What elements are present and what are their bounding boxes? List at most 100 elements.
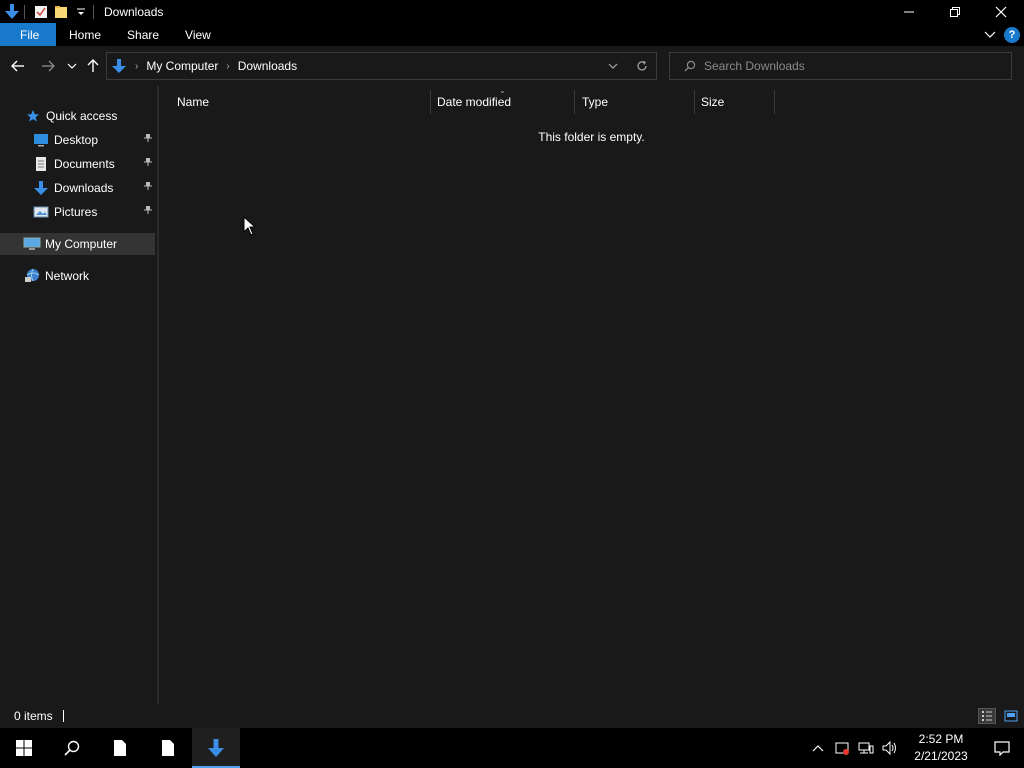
sidebar-item-documents[interactable]: Documents [32, 153, 155, 175]
sidebar-item-label: Desktop [54, 133, 99, 147]
breadcrumb-downloads[interactable]: Downloads [238, 59, 297, 73]
search-box[interactable] [669, 52, 1012, 80]
sidebar-item-desktop[interactable]: Desktop [32, 129, 155, 151]
toolbar-separator [24, 4, 25, 19]
search-icon [684, 60, 696, 72]
tab-view[interactable]: View [172, 23, 224, 46]
downloads-icon [111, 58, 127, 74]
help-icon[interactable]: ? [1004, 26, 1020, 43]
sidebar-item-my-computer[interactable]: My Computer [0, 233, 155, 255]
pictures-icon [32, 204, 50, 220]
desktop-icon [32, 132, 50, 148]
document-icon [162, 740, 174, 756]
search-input[interactable] [704, 59, 994, 73]
clock[interactable]: 2:52 PM 2/21/2023 [902, 728, 980, 768]
forward-button[interactable] [38, 56, 58, 76]
close-button[interactable] [978, 0, 1024, 23]
toolbar-separator [93, 4, 94, 19]
system-tray: 2:52 PM 2/21/2023 [806, 728, 1024, 768]
windows-logo-icon [16, 740, 32, 756]
window-title: Downloads [104, 4, 164, 19]
forward-arrow-icon [42, 60, 55, 72]
network-tray-button[interactable] [854, 728, 878, 768]
navigation-pane: Quick access Desktop Documents Downloads [0, 86, 157, 704]
properties-icon[interactable] [33, 4, 49, 20]
search-icon [64, 740, 80, 756]
large-icons-view-icon [1004, 710, 1018, 722]
taskbar-app-file-explorer[interactable] [192, 728, 240, 768]
breadcrumb-separator-icon[interactable]: › [226, 61, 229, 72]
chevron-down-icon [67, 63, 77, 69]
taskbar-app-file-1[interactable] [96, 728, 144, 768]
items-count: 0 items [14, 709, 53, 723]
taskbar-app-file-2[interactable] [144, 728, 192, 768]
expand-ribbon-icon[interactable] [984, 28, 996, 42]
sidebar-item-label: Pictures [54, 205, 98, 219]
recent-locations-button[interactable] [62, 56, 82, 76]
volume-button[interactable] [878, 728, 902, 768]
column-header-type[interactable]: Type [575, 90, 695, 114]
breadcrumb-separator-icon[interactable]: › [135, 61, 138, 72]
quick-access-toolbar [0, 0, 98, 23]
navigation-bar: › My Computer › Downloads [0, 46, 1024, 86]
column-header-size[interactable]: Size [695, 90, 775, 114]
security-icon [835, 742, 849, 755]
computer-icon [23, 236, 41, 252]
pin-icon[interactable] [143, 205, 153, 218]
refresh-icon [637, 61, 647, 71]
tab-file[interactable]: File [0, 23, 56, 46]
breadcrumb-my-computer[interactable]: My Computer [146, 59, 218, 73]
column-headers: Name Date modified Type Size [159, 90, 1024, 114]
chevron-down-icon [608, 63, 618, 69]
search-button[interactable] [48, 728, 96, 768]
close-icon [995, 6, 1007, 17]
sidebar-item-label: Network [45, 269, 90, 283]
pin-icon[interactable] [143, 181, 153, 194]
mouse-cursor-icon [243, 215, 257, 239]
show-hidden-icons-button[interactable] [806, 728, 830, 768]
taskbar: 2:52 PM 2/21/2023 [0, 728, 1024, 768]
sidebar-item-label: Documents [54, 157, 115, 171]
customize-toolbar-dropdown-icon[interactable] [73, 4, 89, 20]
empty-folder-message: This folder is empty. [538, 130, 645, 144]
star-icon [24, 108, 42, 124]
document-icon [114, 740, 126, 756]
address-history-dropdown[interactable] [598, 62, 628, 70]
sidebar-item-network[interactable]: Network [23, 265, 155, 287]
start-button[interactable] [0, 728, 48, 768]
large-icons-view-button[interactable] [1002, 708, 1020, 724]
details-view-icon [982, 711, 992, 721]
tab-share[interactable]: Share [114, 23, 172, 46]
sidebar-item-pictures[interactable]: Pictures [32, 201, 155, 223]
refresh-button[interactable] [628, 60, 656, 72]
clock-time: 2:52 PM [918, 732, 964, 746]
title-bar: Downloads [0, 0, 1024, 23]
ribbon-tabs: File Home Share View ? [0, 23, 1024, 46]
column-header-name[interactable]: Name [159, 90, 431, 114]
details-view-button[interactable] [978, 708, 996, 724]
quick-access[interactable]: Quick access [24, 105, 155, 127]
action-center-button[interactable] [980, 728, 1024, 768]
back-arrow-icon [11, 60, 24, 72]
pin-icon[interactable] [143, 157, 153, 170]
column-header-date-modified[interactable]: Date modified [431, 90, 575, 114]
restore-button[interactable] [932, 0, 978, 23]
up-button[interactable] [83, 56, 103, 76]
sidebar-item-downloads[interactable]: Downloads [32, 177, 155, 199]
address-bar[interactable]: › My Computer › Downloads [106, 52, 657, 80]
downloads-icon [32, 180, 50, 196]
sidebar-item-label: Downloads [54, 181, 114, 195]
tray-app-icon[interactable] [830, 728, 854, 768]
downloads-icon [208, 739, 224, 757]
minimize-button[interactable] [886, 0, 932, 23]
file-list[interactable]: ⌄ Name Date modified Type Size This fold… [159, 86, 1024, 704]
new-folder-icon[interactable] [53, 4, 69, 20]
pin-icon[interactable] [143, 133, 153, 146]
speaker-icon [882, 741, 896, 755]
up-arrow-icon [87, 59, 99, 72]
downloads-folder-icon[interactable] [4, 3, 20, 20]
network-icon [23, 268, 41, 284]
back-button[interactable] [8, 56, 28, 76]
tab-home[interactable]: Home [56, 23, 114, 46]
documents-icon [32, 156, 50, 172]
